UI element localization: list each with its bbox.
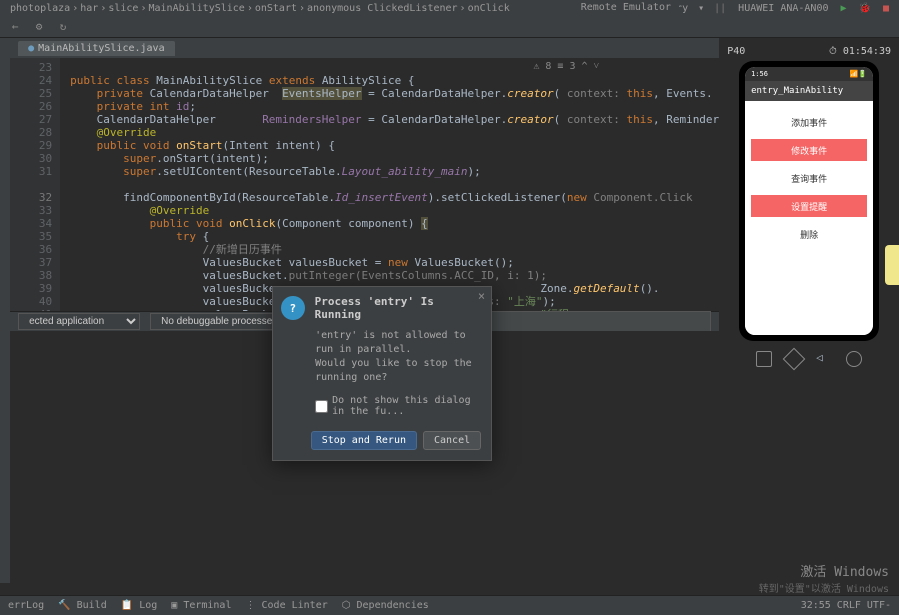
crumb[interactable]: onClick: [468, 3, 510, 14]
left-gutter: [0, 38, 10, 583]
nav-circle-icon[interactable]: [846, 351, 862, 367]
linter-tab[interactable]: ⋮ Code Linter: [245, 600, 327, 611]
emulator-nav: ◁: [727, 341, 891, 377]
crumb[interactable]: slice: [108, 3, 138, 14]
crumb[interactable]: photoplaza: [10, 3, 70, 14]
dialog-body: 'entry' is not allowed to run in paralle…: [273, 329, 491, 391]
line-gutter: 2324252627282930313233343536373839404142…: [10, 58, 60, 311]
refresh-icon[interactable]: ↻: [56, 20, 70, 34]
emulator-label: Remote Emulator: [573, 0, 679, 15]
crumb[interactable]: onStart: [255, 3, 297, 14]
edit-event-button[interactable]: 修改事件: [751, 139, 867, 161]
cursor-position: 32:55 CRLF UTF-: [801, 600, 891, 611]
emulator-panel: P40 ⏱ 01:54:39 1:56 📶🔋 entry_MainAbility…: [719, 38, 899, 583]
status-icons: 📶🔋: [850, 70, 867, 78]
deps-tab[interactable]: ⬡ Dependencies: [342, 600, 429, 611]
crumb[interactable]: MainAbilitySlice: [148, 3, 244, 14]
crumb[interactable]: har: [80, 3, 98, 14]
process-running-dialog: × ? Process 'entry' Is Running 'entry' i…: [272, 286, 492, 461]
checkbox-label: Do not show this dialog in the fu...: [332, 395, 481, 417]
build-tab[interactable]: 🔨 Build: [58, 600, 107, 611]
device-model: P40: [727, 46, 745, 57]
gear-icon[interactable]: ⚙: [32, 20, 46, 34]
crumb[interactable]: anonymous ClickedListener: [307, 3, 458, 14]
close-icon[interactable]: ×: [478, 289, 485, 303]
editor-tabs: ● MainAbilitySlice.java: [10, 38, 719, 58]
main-toolbar: ← ⚙ ↻ Remote Emulator: [0, 16, 899, 38]
dont-show-checkbox[interactable]: [315, 400, 328, 413]
play-icon[interactable]: ▶: [840, 3, 846, 14]
info-icon: ?: [281, 296, 304, 320]
timer: ⏱ 01:54:39: [829, 46, 891, 57]
side-tab-flag[interactable]: [885, 245, 899, 285]
device-select[interactable]: HUAWEI ANA-AN00: [738, 3, 828, 14]
tab-file[interactable]: ● MainAbilitySlice.java: [18, 41, 174, 56]
java-file-icon: ●: [28, 43, 34, 54]
nav-rotate-icon[interactable]: [783, 348, 806, 371]
nav-square-icon[interactable]: [756, 351, 772, 367]
stop-icon[interactable]: ■: [883, 3, 889, 14]
tab-label: MainAbilitySlice.java: [38, 43, 164, 54]
nav-back-icon[interactable]: ◁: [816, 351, 832, 367]
windows-watermark: 激活 Windows 转到"设置"以激活 Windows: [759, 561, 889, 595]
errlog-tab[interactable]: errLog: [8, 600, 44, 611]
back-icon[interactable]: ←: [8, 20, 22, 34]
inspection-bar[interactable]: ⚠ 8 ≡ 3 ^ ˅: [533, 60, 599, 73]
dialog-title: Process 'entry' Is Running: [315, 295, 484, 321]
app-select[interactable]: ected application: [18, 313, 140, 330]
bottom-toolbar: errLog 🔨 Build 📋 Log ▣ Terminal ⋮ Code L…: [0, 595, 899, 615]
debug-icon[interactable]: 🐞: [859, 3, 871, 14]
add-event-button[interactable]: 添加事件: [751, 111, 867, 133]
phone-screen[interactable]: 1:56 📶🔋 entry_MainAbility 添加事件 修改事件 查询事件…: [745, 67, 873, 335]
status-time: 1:56: [751, 70, 768, 78]
app-title-bar: entry_MainAbility: [745, 81, 873, 101]
code-editor[interactable]: 2324252627282930313233343536373839404142…: [10, 58, 719, 311]
set-reminder-button[interactable]: 设置提醒: [751, 195, 867, 217]
phone-frame: 1:56 📶🔋 entry_MainAbility 添加事件 修改事件 查询事件…: [739, 61, 879, 341]
delete-button[interactable]: 删除: [751, 223, 867, 245]
breadcrumb: photoplaza › har › slice › MainAbilitySl…: [0, 0, 899, 16]
terminal-tab[interactable]: ▣ Terminal: [171, 600, 231, 611]
cancel-button[interactable]: Cancel: [423, 431, 481, 450]
stop-rerun-button[interactable]: Stop and Rerun: [311, 431, 417, 450]
log-tab[interactable]: 📋 Log: [121, 600, 158, 611]
query-event-button[interactable]: 查询事件: [751, 167, 867, 189]
